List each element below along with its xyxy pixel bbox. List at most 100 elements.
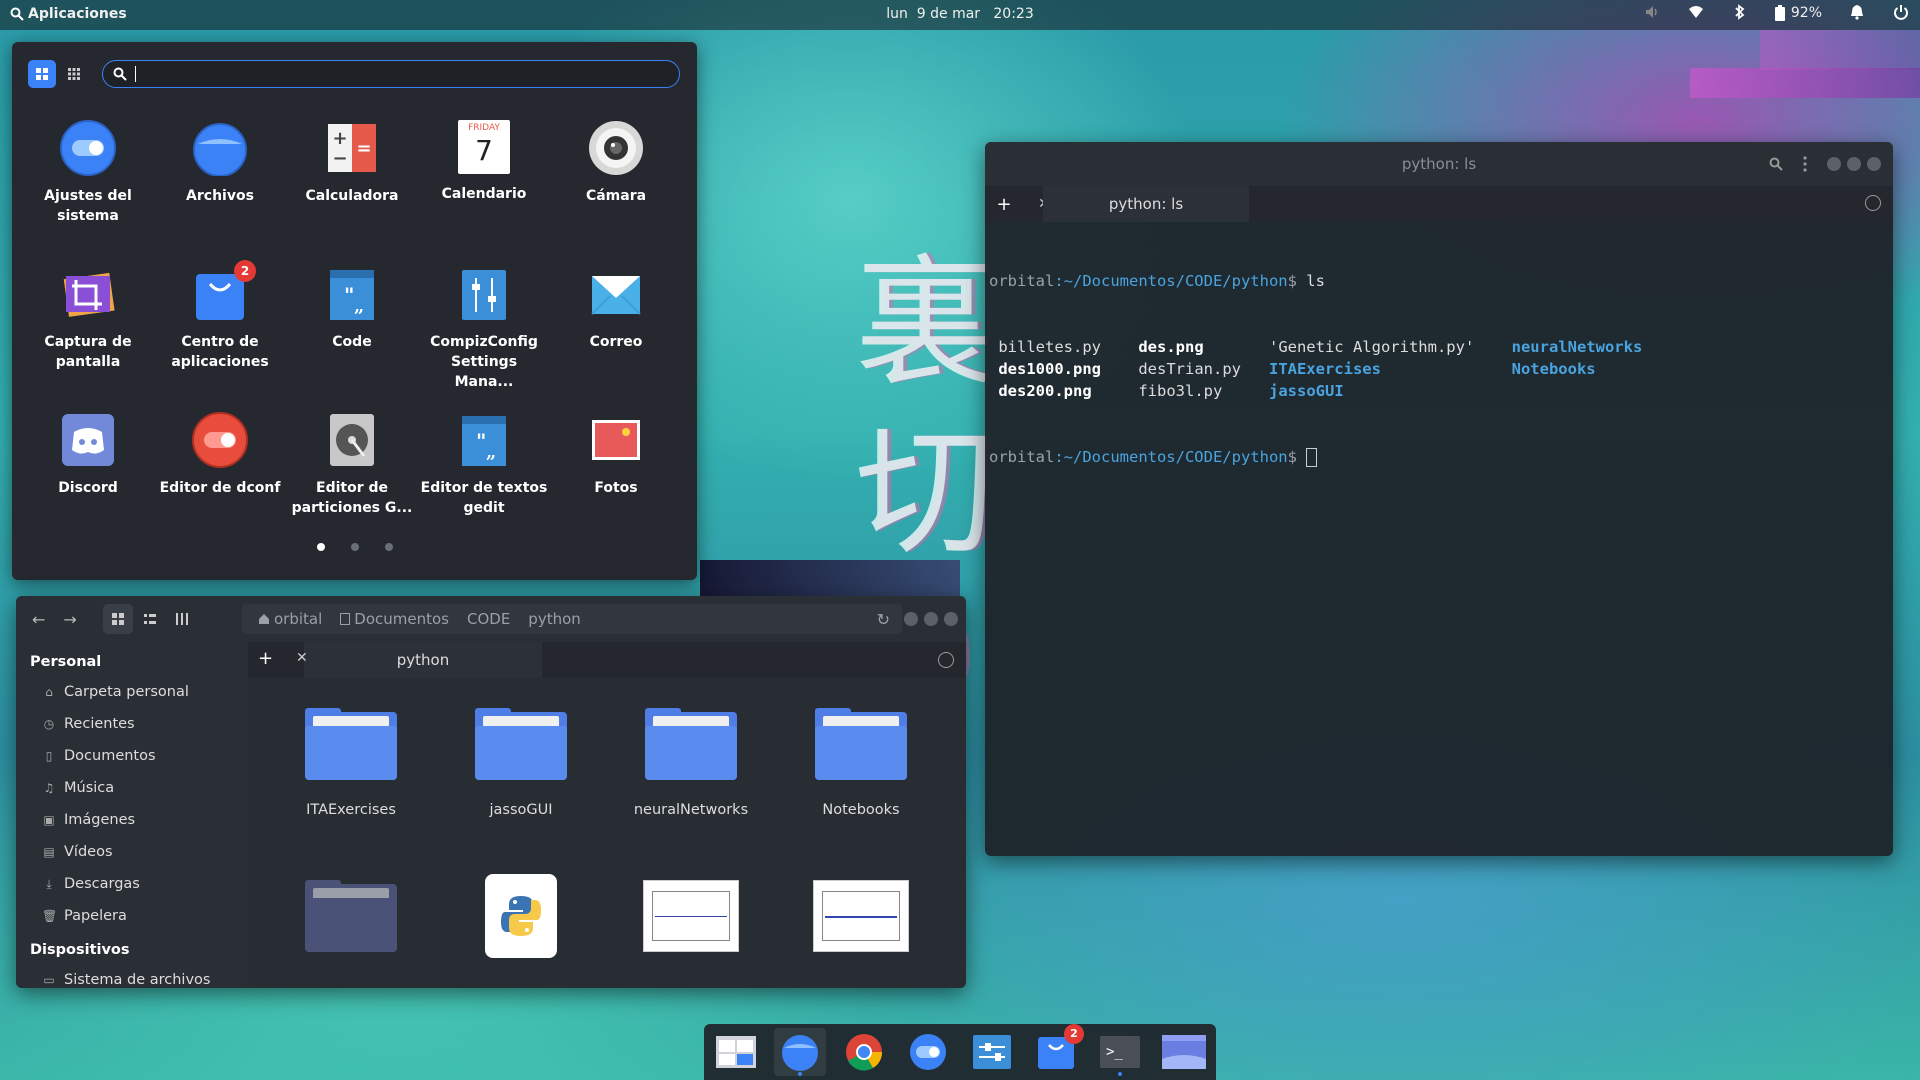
power-icon[interactable] (1892, 4, 1910, 22)
sidebar-item-home[interactable]: ⌂ Carpeta personal (16, 676, 248, 708)
ls-entry: des1000.png (998, 360, 1101, 378)
image-thumbnail (643, 880, 739, 952)
back-arrow-icon[interactable]: ← (32, 610, 45, 629)
file-item[interactable] (606, 850, 776, 988)
file-manager-tab[interactable]: python (304, 642, 542, 678)
dock-terminal[interactable]: >_ (1094, 1028, 1146, 1076)
close-button[interactable] (1867, 157, 1881, 171)
dock-files[interactable] (774, 1028, 826, 1076)
sidebar-item-label: Carpeta personal (64, 684, 189, 700)
app-ajustes-del-sistema[interactable]: Ajustes del sistema (22, 112, 154, 254)
camera-icon (588, 120, 644, 176)
document-icon: ▯ (45, 749, 53, 763)
page-dot-2[interactable] (350, 543, 359, 551)
breadcrumb-code[interactable]: CODE (467, 610, 510, 628)
column-view-button[interactable] (167, 604, 197, 634)
update-count-badge: 2 (234, 260, 256, 282)
dconf-icon (192, 412, 248, 468)
wifi-icon[interactable] (1687, 4, 1705, 22)
new-tab-button[interactable]: + (989, 194, 1019, 215)
wallpaper-stripe-2 (1760, 30, 1920, 70)
sidebar-item-images[interactable]: ▣ Imágenes (16, 804, 248, 836)
new-tab-button[interactable]: + (258, 648, 273, 669)
page-dot-3[interactable] (384, 543, 393, 551)
breadcrumb-documentos[interactable]: Documentos (340, 610, 449, 628)
dock-chrome[interactable] (838, 1028, 890, 1076)
close-button[interactable] (944, 612, 958, 626)
sidebar-item-downloads[interactable]: ⤓ Descargas (16, 868, 248, 900)
breadcrumb-home[interactable]: orbital (258, 610, 322, 628)
icon-view-button[interactable] (102, 604, 133, 634)
app-calculadora[interactable]: + − = Calculadora (286, 112, 418, 254)
folder-item[interactable]: Notebooks (776, 678, 946, 850)
page-dot-1[interactable] (316, 543, 325, 551)
grid-view-button[interactable] (28, 60, 56, 88)
app-gedit[interactable]: " „ Editor de textos gedit (418, 404, 550, 546)
folder-item[interactable]: jassoGUI (436, 678, 606, 850)
trash-icon: 🗑 (42, 909, 58, 923)
app-calendario[interactable]: FRIDAY 7 Calendario (418, 112, 550, 254)
breadcrumb[interactable]: orbital Documentos CODE python ↻ (242, 604, 902, 634)
battery-indicator[interactable]: 92% (1774, 5, 1822, 21)
applications-menu[interactable]: Aplicaciones (10, 6, 127, 22)
app-captura-de-pantalla[interactable]: Captura de pantalla (22, 258, 154, 400)
reload-icon[interactable]: ↻ (877, 610, 890, 629)
minimize-button[interactable] (1827, 157, 1841, 171)
compiz-icon (456, 266, 512, 322)
app-grid: Ajustes del sistema Archivos + − = Calcula… (22, 112, 682, 546)
app-compizconfig[interactable]: CompizConfig Settings Mana... (418, 258, 550, 400)
clock-text[interactable]: lun 9 de mar 20:23 (886, 6, 1034, 22)
app-correo[interactable]: Correo (550, 258, 682, 400)
launcher-pager (12, 543, 697, 551)
dock-multitasking[interactable] (710, 1028, 762, 1076)
breadcrumb-python[interactable]: python (528, 610, 580, 628)
app-code[interactable]: " „ Code (286, 258, 418, 400)
folder-item[interactable]: neuralNetworks (606, 678, 776, 850)
sidebar-item-videos[interactable]: ▤ Vídeos (16, 836, 248, 868)
menu-kebab-icon[interactable] (1803, 156, 1807, 172)
forward-arrow-icon[interactable]: → (63, 610, 76, 629)
sidebar-item-music[interactable]: ♫ Música (16, 772, 248, 804)
folder-item[interactable] (266, 850, 436, 988)
maximize-button[interactable] (924, 612, 938, 626)
clock: lun 9 de mar 20:23 (0, 6, 1920, 22)
app-gparted[interactable]: Editor de particiones G... (286, 404, 418, 546)
volume-icon[interactable] (1643, 4, 1661, 22)
dock-tweaks[interactable] (966, 1028, 1018, 1076)
dock-settings[interactable] (902, 1028, 954, 1076)
list-view-button[interactable] (135, 604, 165, 634)
calculator-icon: + − = (324, 120, 380, 176)
file-item[interactable] (436, 850, 606, 988)
app-camara[interactable]: Cámara (550, 112, 682, 254)
close-tab-icon[interactable]: ✕ (296, 650, 308, 666)
app-discord[interactable]: Discord (22, 404, 154, 546)
dock-appcenter[interactable]: 2 (1030, 1024, 1084, 1076)
terminal-titlebar[interactable]: python: ls (985, 142, 1893, 186)
search-input[interactable] (136, 66, 656, 82)
sidebar-item-trash[interactable]: 🗑 Papelera (16, 900, 248, 932)
tab-history-icon[interactable] (938, 652, 954, 668)
category-view-button[interactable] (60, 60, 88, 88)
sidebar-item-recent[interactable]: ◷ Recientes (16, 708, 248, 740)
terminal-output[interactable]: orbital:~/Documentos/CODE/python$ ls bil… (985, 222, 1893, 516)
app-editor-de-dconf[interactable]: Editor de dconf (154, 404, 286, 546)
terminal-tab[interactable]: python: ls (1043, 186, 1249, 222)
maximize-button[interactable] (1847, 157, 1861, 171)
app-archivos[interactable]: Archivos (154, 112, 286, 254)
launcher-search[interactable] (102, 60, 680, 88)
notification-bell-icon[interactable] (1848, 4, 1866, 22)
folder-item[interactable]: ITAExercises (266, 678, 436, 850)
download-icon: ⤓ (46, 877, 52, 891)
bluetooth-icon[interactable] (1731, 4, 1749, 22)
app-centro-de-aplicaciones[interactable]: 2 Centro de aplicaciones (154, 258, 286, 400)
tab-history-icon[interactable] (1865, 195, 1881, 211)
dock-desktop[interactable] (1158, 1028, 1210, 1076)
search-icon[interactable] (1769, 157, 1783, 171)
sidebar-header-personal: Personal (30, 654, 102, 670)
sidebar-item-filesystem[interactable]: ▭ Sistema de archivos (16, 964, 248, 988)
battery-icon (1774, 5, 1785, 21)
file-item[interactable] (776, 850, 946, 988)
minimize-button[interactable] (904, 612, 918, 626)
sidebar-item-documents[interactable]: ▯ Documentos (16, 740, 248, 772)
app-fotos[interactable]: Fotos (550, 404, 682, 546)
